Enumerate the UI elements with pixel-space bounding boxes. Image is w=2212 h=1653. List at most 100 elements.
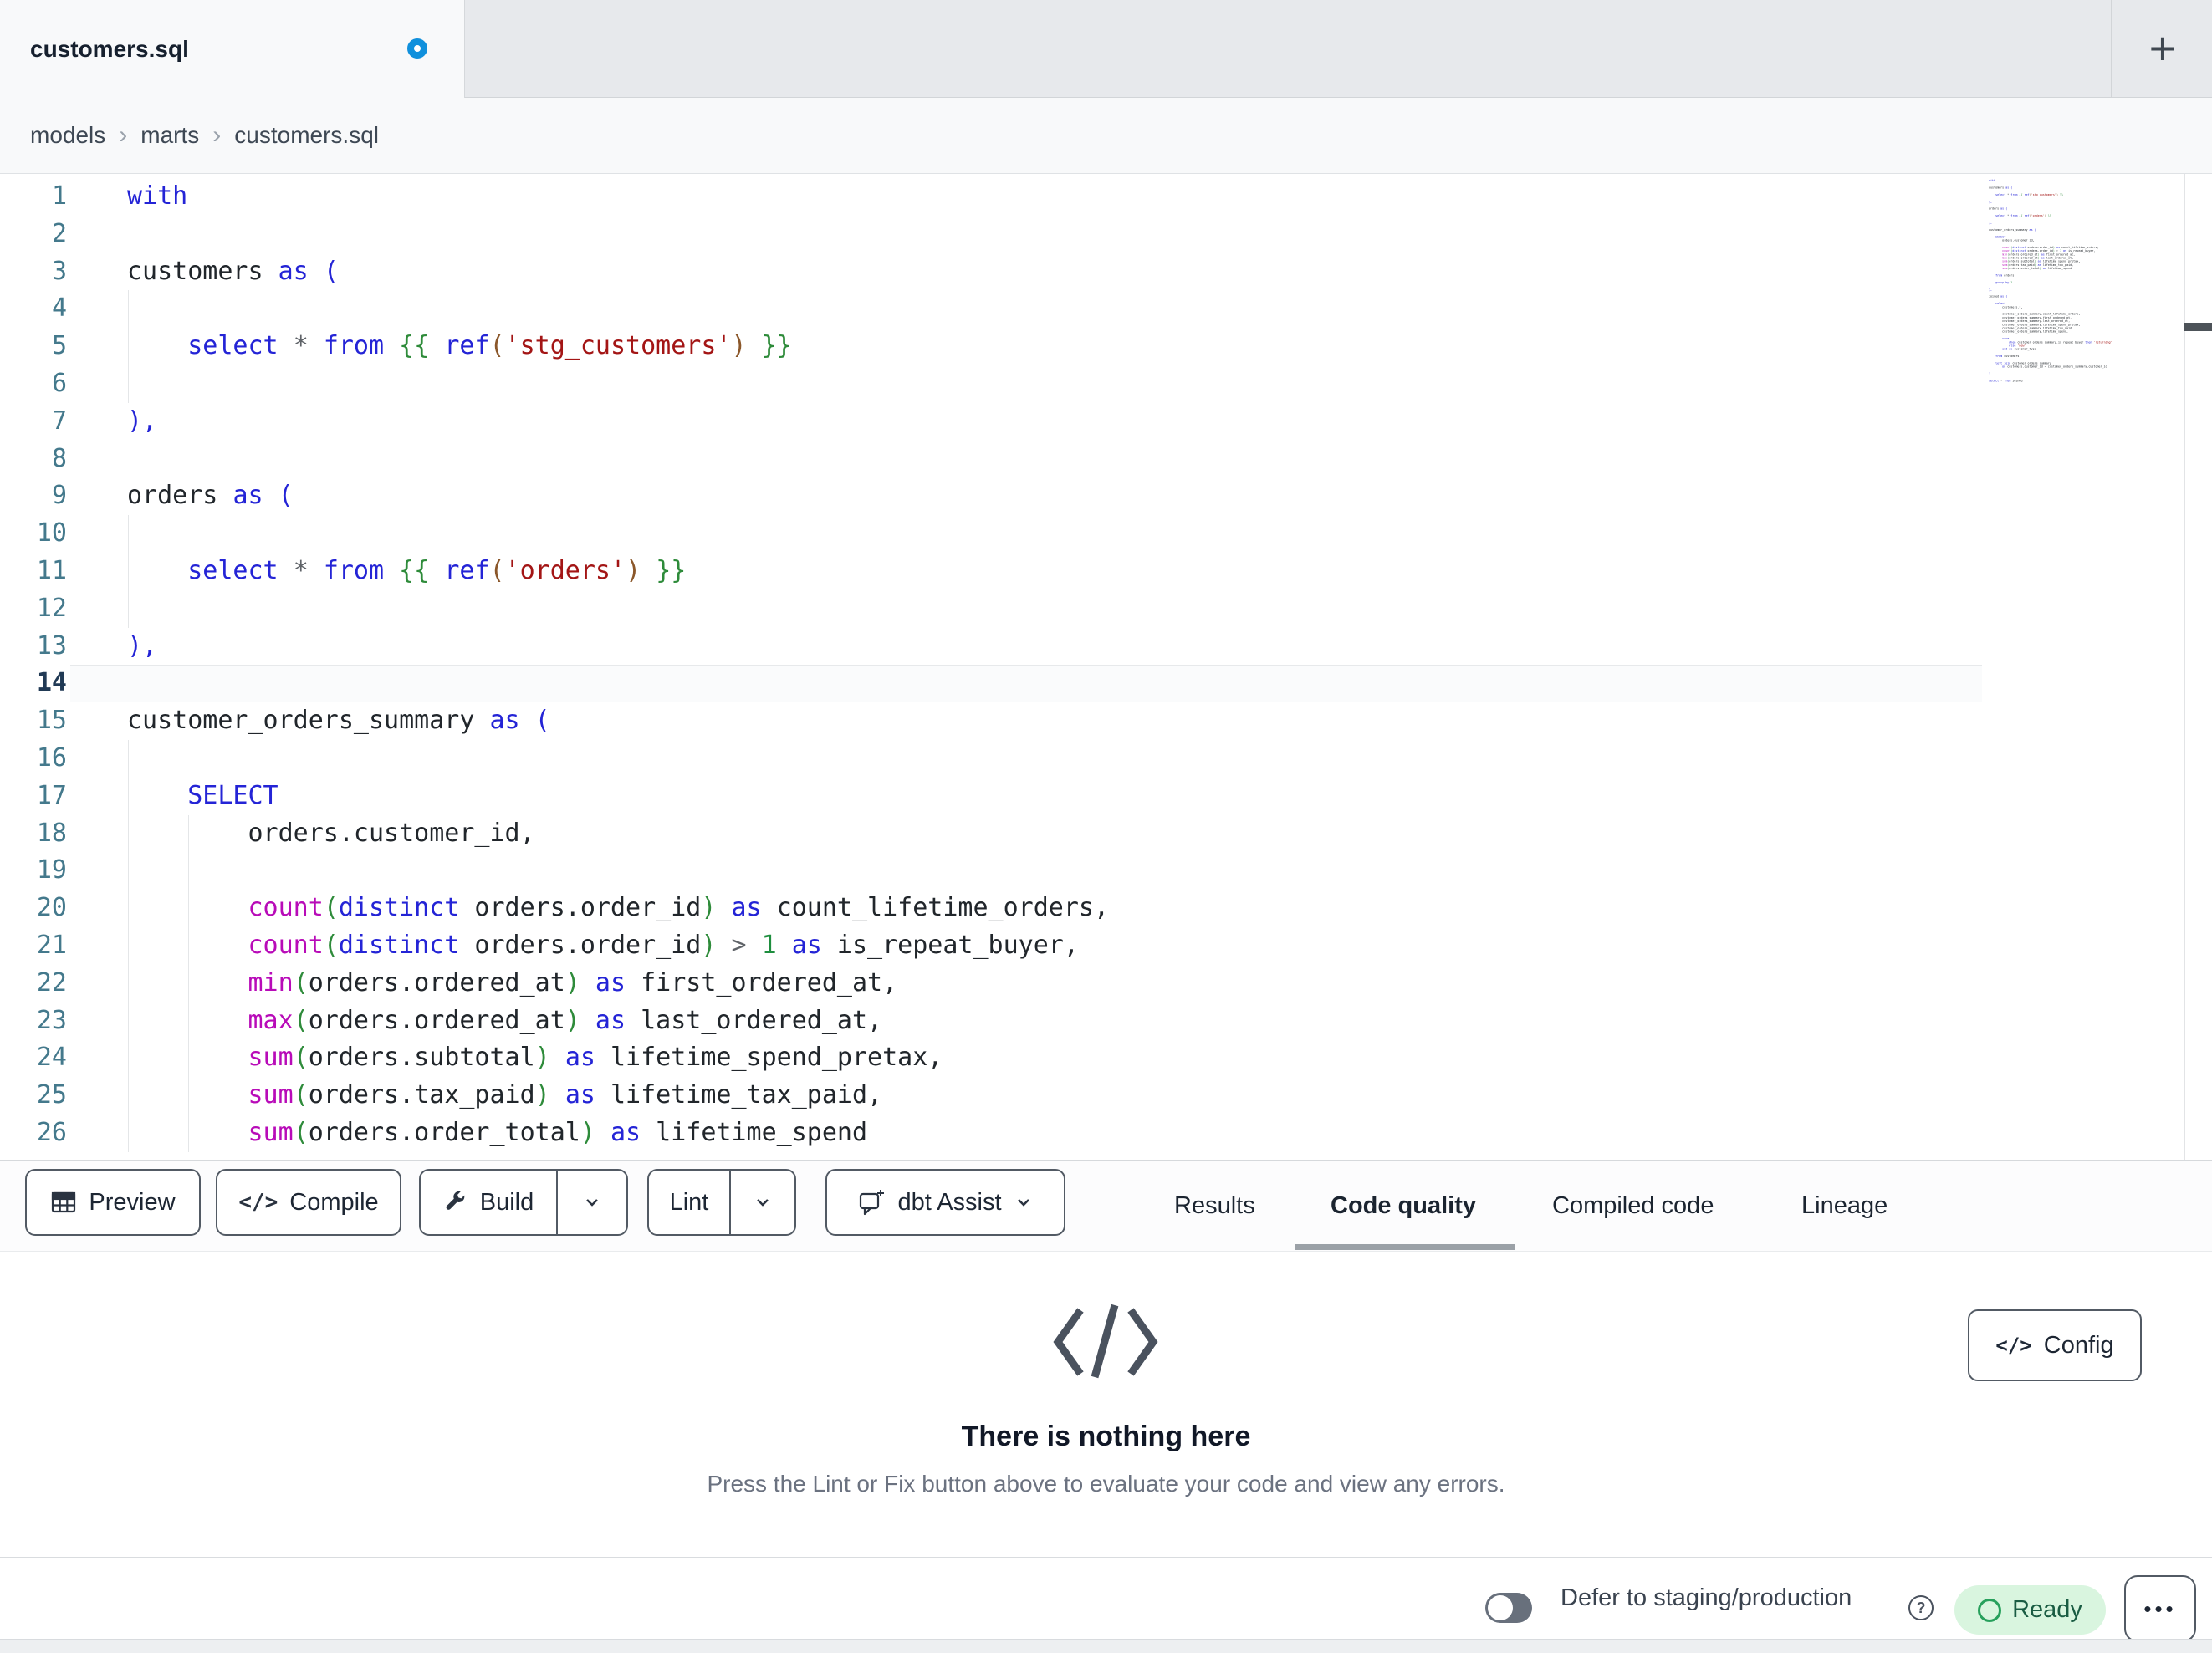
code-line-content: select * from {{ ref('orders') }} <box>187 555 687 585</box>
preview-label: Preview <box>89 1188 176 1216</box>
line-number: 22 <box>36 967 67 997</box>
line-number: 3 <box>51 256 67 286</box>
breadcrumb-separator: › <box>119 121 128 149</box>
code-line[interactable]: 13), <box>0 628 2212 666</box>
breadcrumb-item-marts[interactable]: marts <box>140 122 199 149</box>
build-button[interactable]: Build <box>421 1171 556 1234</box>
panel-tab-code-quality[interactable]: Code quality <box>1331 1161 1476 1251</box>
lint-split-button: Lint <box>647 1169 796 1236</box>
ready-label: Ready <box>2012 1596 2082 1623</box>
code-line[interactable]: 1 with <box>0 178 2212 216</box>
code-line[interactable]: 3 customers as ( <box>0 253 2212 291</box>
code-line[interactable]: 12 <box>0 590 2212 628</box>
line-number: 18 <box>36 818 67 848</box>
code-line[interactable]: 26 sum(orders.order_total) as lifetime_s… <box>0 1115 2212 1152</box>
build-split-button: Build <box>419 1169 628 1236</box>
defer-toggle[interactable] <box>1485 1593 1532 1623</box>
code-line[interactable]: 9 orders as ( <box>0 477 2212 515</box>
dbt-assist-button[interactable]: dbt Assist <box>825 1169 1065 1236</box>
more-options-button[interactable]: ••• <box>2124 1575 2196 1642</box>
code-line[interactable]: 19 <box>0 852 2212 890</box>
breadcrumb-separator: › <box>212 121 222 149</box>
config-button[interactable]: </> Config <box>1968 1309 2142 1381</box>
code-line-content: ), <box>127 630 158 661</box>
status-badge[interactable]: Ready <box>1954 1585 2106 1635</box>
code-empty-state-icon <box>1051 1300 1160 1384</box>
code-line-content: orders.customer_id, <box>127 818 535 848</box>
code-line-content: max(orders.ordered_at) as last_ordered_a… <box>248 1005 883 1035</box>
code-line[interactable]: 18 orders.customer_id, <box>0 815 2212 853</box>
line-number: 15 <box>36 706 67 736</box>
line-number: 13 <box>36 630 67 661</box>
lint-dropdown-button[interactable] <box>729 1171 794 1234</box>
line-number: 16 <box>36 742 67 773</box>
line-number: 24 <box>36 1043 67 1073</box>
dbt-ide-window: customers.sql + models › marts › custome… <box>0 0 2212 1653</box>
code-line-content: customer_orders_summary as ( <box>127 706 550 736</box>
code-line[interactable]: 10 <box>0 515 2212 553</box>
empty-state-title: There is nothing here <box>961 1421 1251 1452</box>
code-line-content: sum(orders.order_total) as lifetime_spen… <box>248 1117 868 1147</box>
code-line[interactable]: 5 select * from {{ ref('stg_customers') … <box>0 328 2212 365</box>
code-editor[interactable]: 1 with 2 3 customers as ( 4 5 select * from {{… <box>0 174 2212 1160</box>
build-dropdown-button[interactable] <box>556 1171 626 1234</box>
dbt-assist-label: dbt Assist <box>897 1188 1002 1216</box>
code-line[interactable]: 20 count(distinct orders.order_id) as co… <box>0 890 2212 927</box>
panel-tab-lineage[interactable]: Lineage <box>1801 1161 1888 1251</box>
code-line-content: customers as ( <box>127 256 339 286</box>
code-line[interactable]: 15 customer_orders_summary as ( <box>0 702 2212 740</box>
line-number: 21 <box>36 930 67 960</box>
code-line[interactable]: 21 count(distinct orders.order_id) > 1 a… <box>0 927 2212 965</box>
breadcrumb-item-models[interactable]: models <box>30 122 105 149</box>
line-number: 1 <box>51 181 67 211</box>
line-number: 26 <box>36 1117 67 1147</box>
code-line[interactable]: 11 select * from {{ ref('orders') }} <box>0 553 2212 590</box>
preview-button[interactable]: Preview <box>25 1169 201 1236</box>
line-number: 10 <box>36 518 67 548</box>
breadcrumb-bar: models › marts › customers.sql <box>0 98 2212 268</box>
active-tab-underline <box>1295 1244 1515 1250</box>
code-line[interactable]: 2 <box>0 216 2212 253</box>
code-line[interactable]: 22 min(orders.ordered_at) as first_order… <box>0 965 2212 1003</box>
panel-tab-results[interactable]: Results <box>1174 1161 1255 1251</box>
code-quality-panel: There is nothing here Press the Lint or … <box>0 1252 2212 1557</box>
status-bar <box>0 1557 2212 1639</box>
code-line[interactable]: 16 <box>0 740 2212 778</box>
tab-label: customers.sql <box>30 35 189 62</box>
help-icon[interactable]: ? <box>1908 1595 1934 1620</box>
code-line-content: with <box>127 181 188 211</box>
new-tab-button[interactable]: + <box>2139 22 2186 75</box>
line-number: 8 <box>51 443 67 473</box>
line-number: 7 <box>51 406 67 436</box>
line-number: 4 <box>51 293 67 324</box>
config-label: Config <box>2043 1331 2114 1359</box>
code-line[interactable]: 4 <box>0 290 2212 328</box>
panel-tab-compiled-code[interactable]: Compiled code <box>1552 1161 1714 1251</box>
defer-label: Defer to staging/production <box>1561 1584 1852 1611</box>
lint-label: Lint <box>669 1188 709 1216</box>
compile-button[interactable]: </> Compile <box>216 1169 401 1236</box>
bottom-strip <box>0 1639 2212 1653</box>
code-line-content: min(orders.ordered_at) as first_ordered_… <box>248 967 898 997</box>
code-line[interactable]: 25 sum(orders.tax_paid) as lifetime_tax_… <box>0 1077 2212 1115</box>
tab-bar-divider <box>2111 0 2112 97</box>
code-line[interactable]: 23 max(orders.ordered_at) as last_ordere… <box>0 1003 2212 1040</box>
editor-toolbar: Preview </> Compile Build Lint dbt Assis… <box>0 1160 2212 1252</box>
line-number: 14 <box>36 668 67 698</box>
lint-button[interactable]: Lint <box>649 1171 729 1234</box>
code-line[interactable]: 24 sum(orders.subtotal) as lifetime_spen… <box>0 1039 2212 1077</box>
toggle-knob <box>1488 1595 1513 1620</box>
chevron-down-icon <box>753 1192 773 1212</box>
line-number: 20 <box>36 893 67 923</box>
code-line-content: select * from {{ ref('stg_customers') }} <box>187 331 792 361</box>
code-line[interactable]: 17 SELECT <box>0 778 2212 815</box>
line-number: 12 <box>36 593 67 623</box>
code-line[interactable]: 14 <box>0 665 2212 702</box>
line-number: 23 <box>36 1005 67 1035</box>
breadcrumb-item-file[interactable]: customers.sql <box>234 122 379 149</box>
code-line[interactable]: 6 <box>0 365 2212 403</box>
code-line[interactable]: 8 <box>0 441 2212 478</box>
tab-customers-sql[interactable]: customers.sql <box>0 0 465 98</box>
unsaved-indicator-icon <box>407 38 427 59</box>
code-line[interactable]: 7), <box>0 403 2212 441</box>
